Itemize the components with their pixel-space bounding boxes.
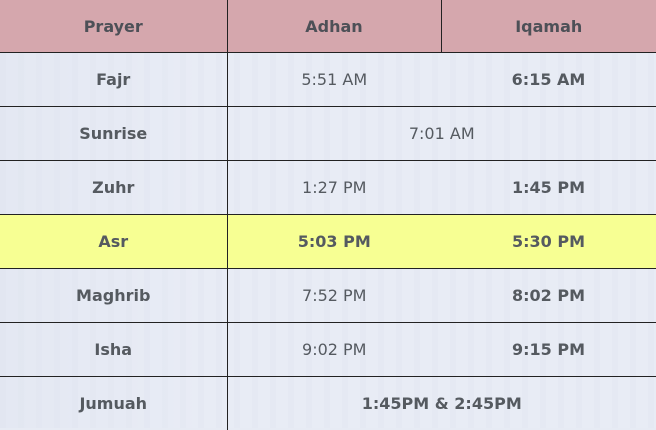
jumuah-times: 1:45PM & 2:45PM [227, 377, 656, 430]
adhan-time: 5:03 PM [227, 215, 441, 269]
table-header: Prayer Adhan Iqamah [0, 0, 656, 53]
table-row-zuhr: Zuhr 1:27 PM 1:45 PM [0, 161, 656, 215]
table-row-fajr: Fajr 5:51 AM 6:15 AM [0, 53, 656, 107]
iqamah-time: 6:15 AM [441, 53, 656, 107]
iqamah-time: 5:30 PM [441, 215, 656, 269]
table-row-asr: Asr 5:03 PM 5:30 PM [0, 215, 656, 269]
prayer-times-table: Prayer Adhan Iqamah Fajr 5:51 AM 6:15 AM… [0, 0, 656, 430]
header-prayer: Prayer [0, 0, 227, 53]
table-body: Fajr 5:51 AM 6:15 AM Sunrise 7:01 AM Zuh… [0, 53, 656, 430]
adhan-time: 9:02 PM [227, 323, 441, 377]
prayer-name: Isha [0, 323, 227, 377]
iqamah-time: 8:02 PM [441, 269, 656, 323]
header-adhan: Adhan [227, 0, 441, 53]
prayer-name: Jumuah [0, 377, 227, 430]
sunrise-time: 7:01 AM [227, 107, 656, 161]
adhan-time: 5:51 AM [227, 53, 441, 107]
table-row-sunrise: Sunrise 7:01 AM [0, 107, 656, 161]
prayer-name: Maghrib [0, 269, 227, 323]
table-row-maghrib: Maghrib 7:52 PM 8:02 PM [0, 269, 656, 323]
adhan-time: 7:52 PM [227, 269, 441, 323]
prayer-name: Sunrise [0, 107, 227, 161]
adhan-time: 1:27 PM [227, 161, 441, 215]
iqamah-time: 1:45 PM [441, 161, 656, 215]
header-row: Prayer Adhan Iqamah [0, 0, 656, 53]
table-row-isha: Isha 9:02 PM 9:15 PM [0, 323, 656, 377]
prayer-name: Asr [0, 215, 227, 269]
prayer-name: Zuhr [0, 161, 227, 215]
table-row-jumuah: Jumuah 1:45PM & 2:45PM [0, 377, 656, 430]
prayer-name: Fajr [0, 53, 227, 107]
header-iqamah: Iqamah [441, 0, 656, 53]
iqamah-time: 9:15 PM [441, 323, 656, 377]
